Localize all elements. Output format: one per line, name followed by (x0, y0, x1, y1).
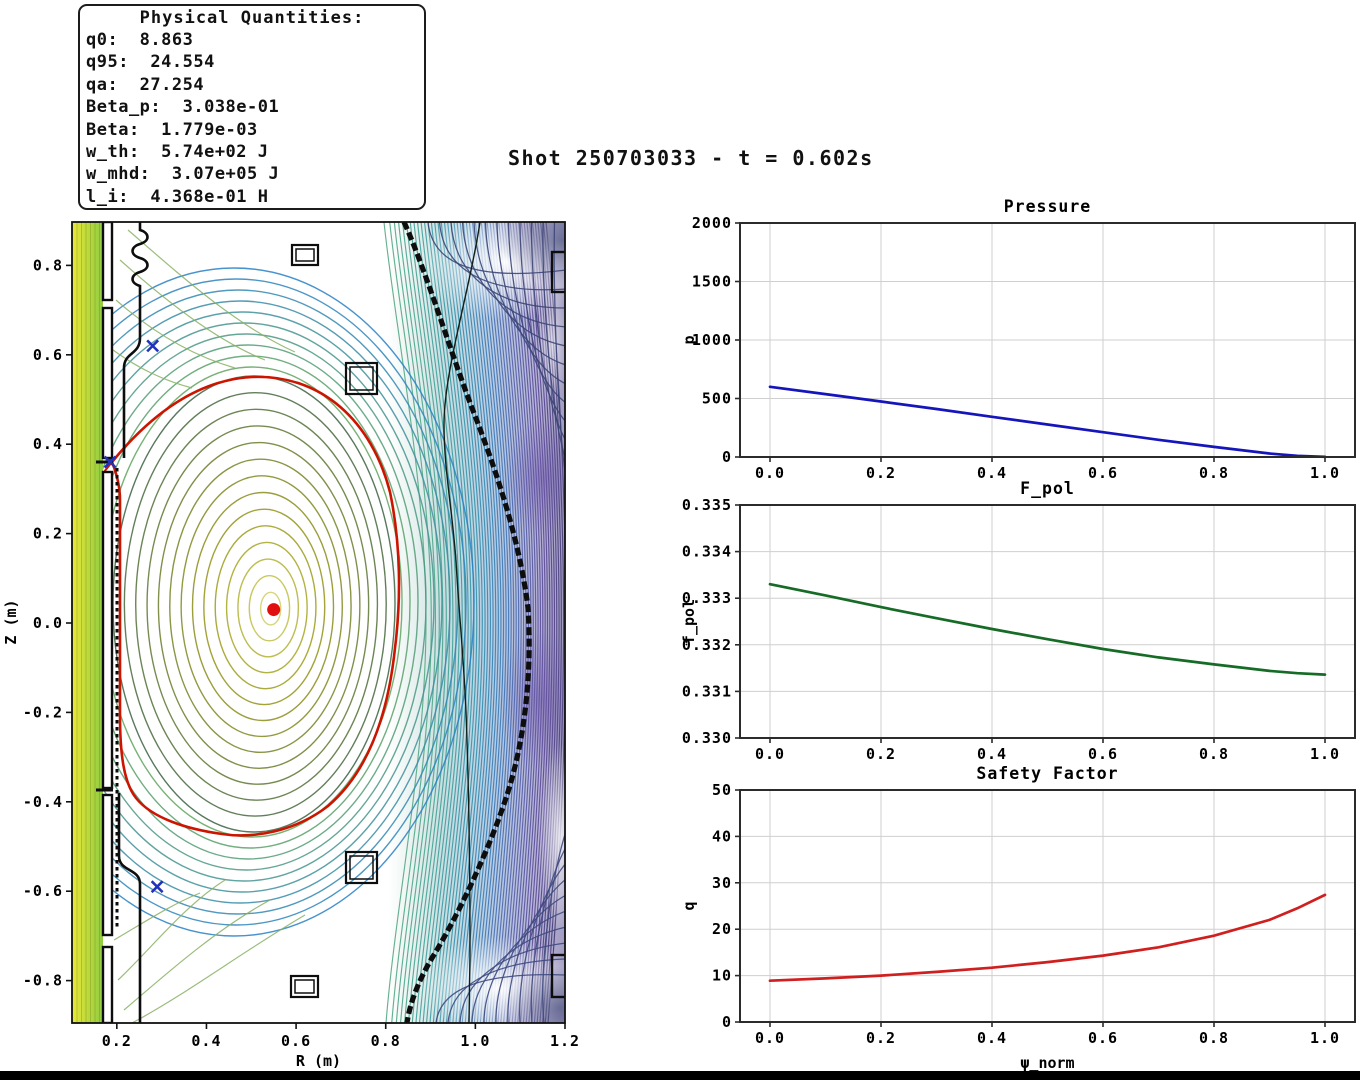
plot-title: Safety Factor (976, 764, 1118, 783)
plot-title: Pressure (1004, 197, 1091, 216)
letterbox-bar (0, 1071, 1360, 1080)
equilibrium-contour-plot: 0.2 0.4 0.6 0.8 1.0 1.2 -0.8 -0.6 -0.4 -0.2 0.0 0.2… (0, 195, 645, 1080)
flux-ring (158, 443, 359, 769)
y-tick-label: 0.0 (33, 614, 63, 632)
flux-ring (215, 526, 316, 689)
info-line: l_i: 4.368e-01 H (86, 186, 418, 208)
y-tick-label: 40 (712, 827, 732, 845)
x-tick-label: 1.0 (1310, 464, 1340, 482)
flux-ring (147, 426, 369, 784)
y-tick-label: 30 (712, 874, 732, 892)
x-tick-label: 0.0 (755, 464, 785, 482)
y-tick-label: 0 (722, 1013, 732, 1031)
x-axis-label: R (m) (296, 1052, 341, 1070)
x-tick-label: 0.6 (281, 1032, 311, 1050)
y-tick-label: -0.2 (23, 703, 63, 721)
x-tick-label: 0.6 (1088, 1029, 1118, 1047)
y-axis-label: p (680, 335, 698, 344)
x-tick-label: 0.2 (102, 1032, 132, 1050)
x-tick-label: 1.0 (1310, 1029, 1340, 1047)
x-tick-label: 0.0 (755, 745, 785, 763)
x-point-marker (152, 881, 163, 892)
y-tick-label: -0.4 (23, 793, 63, 811)
y-axis-label: Z (m) (2, 599, 20, 644)
flux-ring (193, 493, 334, 721)
x-tick-label: 0.0 (755, 1029, 785, 1047)
info-line: q0: 8.863 (86, 29, 418, 51)
x-tick-label: 0.4 (977, 1029, 1007, 1047)
x-tick-label: 1.2 (550, 1032, 580, 1050)
figure-canvas: Physical Quantities: q0: 8.863q95: 24.55… (0, 0, 1360, 1080)
y-tick-label: 0.6 (33, 346, 63, 364)
flux-ring (113, 376, 395, 832)
y-tick-label: 0.330 (682, 729, 732, 747)
x-tick-label: 0.4 (191, 1032, 221, 1050)
y-tick-label: 0.335 (682, 496, 732, 514)
y-tick-label: 0.8 (33, 256, 63, 274)
x-tick-label: 1.0 (460, 1032, 490, 1050)
y-tick-label: 2000 (692, 214, 732, 232)
x-tick-label: 0.8 (1199, 1029, 1229, 1047)
profile-plot-f_pol: 0.00.20.40.60.81.00.3300.3310.3320.3330.… (680, 479, 1355, 763)
info-line: qa: 27.254 (86, 74, 418, 96)
x-tick-label: 0.2 (866, 1029, 896, 1047)
y-tick-label: 0.2 (33, 525, 63, 543)
plot-title: F_pol (1020, 479, 1075, 498)
x-tick-label: 1.0 (1310, 745, 1340, 763)
y-axis-label: q (680, 901, 698, 910)
y-tick-label: -0.8 (23, 972, 63, 990)
y-tick-label: 20 (712, 920, 732, 938)
info-line: Beta: 1.779e-03 (86, 119, 418, 141)
series-line-q (770, 895, 1325, 981)
physical-quantities-title: Physical Quantities: (86, 7, 418, 29)
y-tick-label: 500 (702, 390, 732, 408)
y-tick-label: -0.6 (23, 882, 63, 900)
x-tick-label: 0.6 (1088, 745, 1118, 763)
info-line: w_mhd: 3.07e+05 J (86, 163, 418, 185)
profile-plot-p: 0.00.20.40.60.81.00500100015002000Pressu… (680, 197, 1355, 482)
x-tick-label: 0.8 (1199, 464, 1229, 482)
info-line: Beta_p: 3.038e-01 (86, 96, 418, 118)
x-tick-label: 0.4 (977, 745, 1007, 763)
y-tick-label: 0.4 (33, 435, 63, 453)
y-tick-label: 0.334 (682, 543, 732, 561)
profile-plot-q: 0.0 0.2 0.4 0.6 0.8 1.0 0 10 20 30 40 50 Safety Fact… (680, 764, 1355, 1072)
info-line: w_th: 5.74e+02 J (86, 141, 418, 163)
x-tick-label: 0.6 (1088, 464, 1118, 482)
info-line: q95: 24.554 (86, 51, 418, 73)
flux-ring (136, 409, 378, 800)
profile-plots: 0.00.20.40.60.81.00500100015002000Pressu… (660, 195, 1360, 1080)
x-tick-label: 0.8 (371, 1032, 401, 1050)
y-tick-label: 0.331 (682, 682, 732, 700)
y-tick-label: 50 (712, 781, 732, 799)
shot-title: Shot 250703033 - t = 0.602s (508, 146, 874, 170)
x-tick-label: 0.4 (977, 464, 1007, 482)
y-tick-label: 0 (722, 448, 732, 466)
physical-quantities-lines: q0: 8.863q95: 24.554qa: 27.254Beta_p: 3.… (86, 29, 418, 208)
series-line-p (770, 387, 1325, 457)
y-tick-label: 1500 (692, 273, 732, 291)
x-tick-label: 0.8 (1199, 745, 1229, 763)
flux-ring (181, 476, 342, 737)
flux-ring (227, 542, 308, 672)
physical-quantities-box: Physical Quantities: q0: 8.863q95: 24.55… (78, 4, 426, 210)
y-tick-label: 10 (712, 967, 732, 985)
x-tick-label: 0.2 (866, 464, 896, 482)
y-axis-label: f_pol (680, 599, 698, 644)
x-tick-label: 0.2 (866, 745, 896, 763)
magnetic-axis-dot (267, 603, 280, 616)
contour-field (0, 195, 624, 1050)
x-axis-label: ψ_norm (1020, 1054, 1074, 1072)
